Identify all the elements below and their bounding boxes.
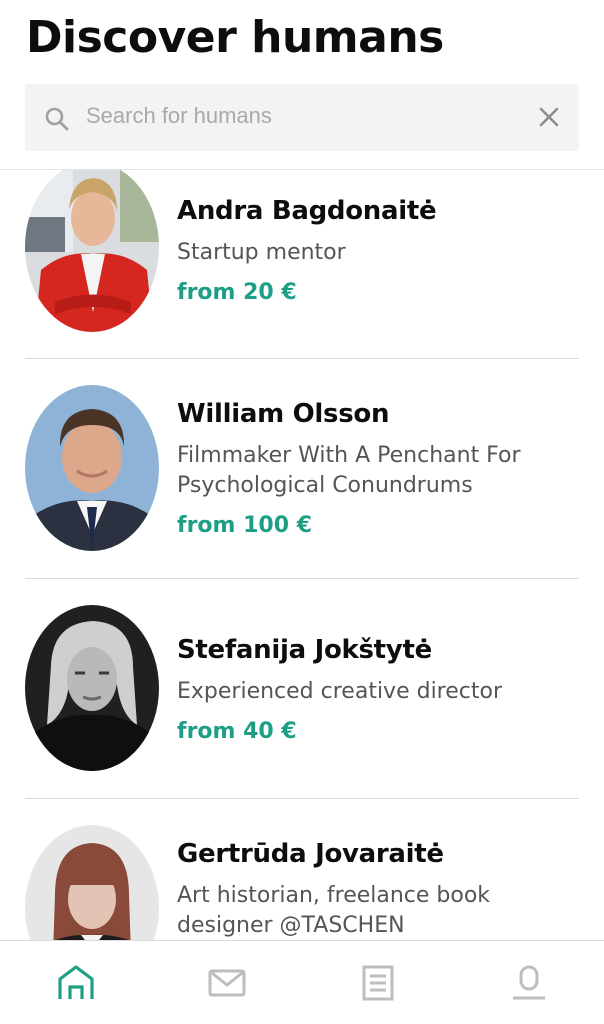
page-title: Discover humans	[26, 12, 444, 63]
person-card[interactable]: Gertrūda Jovaraitė Art historian, freela…	[25, 799, 579, 940]
person-price: from 40 €	[177, 719, 297, 744]
person-name[interactable]: Gertrūda Jovaraitė	[177, 839, 444, 869]
search-icon	[45, 107, 69, 131]
search-input[interactable]	[86, 96, 516, 136]
person-card[interactable]: Andra Bagdonaitė Startup mentor from 20 …	[25, 170, 579, 358]
close-icon[interactable]	[536, 104, 562, 130]
tab-list[interactable]	[356, 961, 400, 1005]
person-card[interactable]: Stefanija Jokštytė Experienced creative …	[25, 579, 579, 798]
people-list[interactable]: Andra Bagdonaitė Startup mentor from 20 …	[0, 170, 604, 940]
avatar	[25, 605, 159, 771]
person-card[interactable]: William Olsson Filmmaker With A Penchant…	[25, 359, 579, 578]
avatar	[25, 385, 159, 551]
tab-profile[interactable]	[507, 961, 551, 1005]
avatar	[25, 825, 159, 940]
person-price: from 100 €	[177, 513, 313, 538]
person-title: Startup mentor	[177, 240, 346, 265]
profile-icon	[513, 965, 545, 1000]
person-name[interactable]: William Olsson	[177, 399, 389, 429]
person-name[interactable]: Stefanija Jokštytė	[177, 635, 432, 665]
person-title: Experienced creative director	[177, 679, 503, 704]
avatar	[25, 170, 159, 332]
app-header: Discover humans	[0, 0, 604, 170]
bottom-tab-bar	[0, 940, 604, 1024]
home-icon	[58, 965, 94, 999]
person-title: Art historian, freelance book designer @…	[177, 883, 491, 938]
tab-home[interactable]	[54, 961, 98, 1005]
person-title: Filmmaker With A Penchant For Psychologi…	[177, 443, 521, 498]
person-name[interactable]: Andra Bagdonaitė	[177, 196, 437, 226]
list-icon	[362, 965, 394, 1001]
person-price: from 20 €	[177, 280, 297, 305]
tab-messages[interactable]	[205, 961, 249, 1005]
messages-icon	[208, 969, 246, 997]
